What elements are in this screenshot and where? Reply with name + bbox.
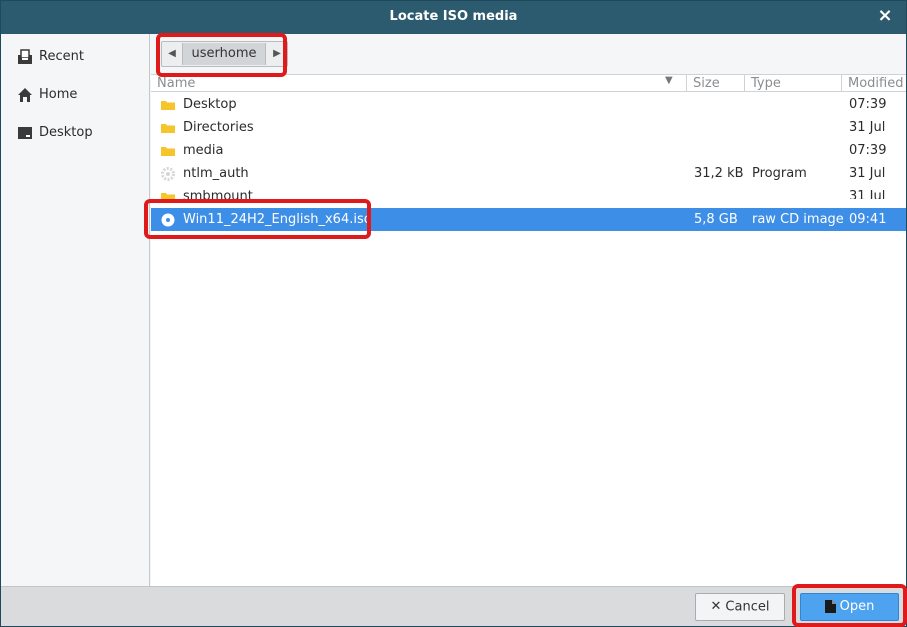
file-name: Desktop bbox=[183, 97, 237, 112]
file-size: 31,2 kB bbox=[694, 166, 744, 181]
file-name: smbmount bbox=[183, 189, 253, 199]
dialog-footer: ✕ Cancel Open bbox=[1, 586, 906, 626]
file-name: ntlm_auth bbox=[183, 166, 249, 181]
cancel-button-label: Cancel bbox=[725, 599, 770, 615]
chevron-left-icon: ◀ bbox=[168, 48, 176, 59]
folder-icon bbox=[161, 193, 175, 199]
file-chooser-dialog: Locate ISO media × Recent Home Desktop ◀… bbox=[0, 0, 907, 627]
chevron-right-icon: ▶ bbox=[273, 48, 281, 59]
file-row-desktop[interactable]: Desktop 07:39 bbox=[151, 93, 906, 116]
file-row-directories[interactable]: Directories 31 Jul bbox=[151, 116, 906, 139]
column-modified[interactable]: Modified bbox=[841, 75, 906, 92]
file-row-win11-iso[interactable]: Win11_24H2_English_x64.iso 5,8 GB raw CD… bbox=[151, 208, 906, 231]
places-sidebar: Recent Home Desktop bbox=[1, 34, 150, 586]
file-name: Win11_24H2_English_x64.iso bbox=[183, 212, 372, 227]
sidebar-item-label: Desktop bbox=[39, 125, 93, 140]
path-back-button[interactable]: ◀ bbox=[162, 42, 182, 66]
file-row-smbmount[interactable]: smbmount 31 Jul bbox=[151, 185, 906, 199]
file-name: Directories bbox=[183, 120, 254, 135]
breadcrumb: ◀ userhome ▶ bbox=[161, 41, 288, 67]
file-modified: 31 Jul bbox=[849, 189, 886, 199]
sidebar-item-label: Home bbox=[39, 87, 78, 102]
column-size[interactable]: Size bbox=[686, 75, 744, 92]
file-size: 5,8 GB bbox=[694, 212, 738, 227]
column-header: Name ▼ Size Type Modified bbox=[151, 74, 906, 92]
cancel-button[interactable]: ✕ Cancel bbox=[695, 593, 785, 621]
title-bar: Locate ISO media × bbox=[1, 1, 906, 34]
path-bar: ◀ userhome ▶ bbox=[151, 34, 906, 74]
file-modified: 07:39 bbox=[849, 97, 887, 112]
gear-icon bbox=[161, 167, 175, 181]
file-modified: 09:41 bbox=[849, 212, 887, 227]
sidebar-item-home[interactable]: Home bbox=[1, 83, 149, 107]
close-icon: ✕ bbox=[710, 599, 722, 614]
file-row-media[interactable]: media 07:39 bbox=[151, 139, 906, 162]
folder-icon bbox=[161, 124, 175, 133]
file-row-ntlm-auth[interactable]: ntlm_auth 31,2 kB Program 31 Jul bbox=[151, 162, 906, 185]
dialog-title: Locate ISO media bbox=[389, 9, 518, 24]
breadcrumb-userhome[interactable]: userhome bbox=[182, 43, 266, 65]
file-modified: 07:39 bbox=[849, 143, 887, 158]
file-type: raw CD image bbox=[752, 212, 844, 227]
path-forward-button[interactable]: ▶ bbox=[267, 42, 287, 66]
desktop-icon bbox=[18, 127, 32, 139]
close-icon: × bbox=[877, 5, 893, 26]
open-button[interactable]: Open bbox=[800, 593, 899, 621]
folder-icon bbox=[161, 101, 175, 110]
file-browser: ◀ userhome ▶ Name ▼ Size Type Modified D… bbox=[151, 34, 906, 586]
folder-icon bbox=[161, 147, 175, 156]
file-name: media bbox=[183, 143, 224, 158]
disc-icon bbox=[161, 213, 175, 227]
sidebar-item-recent[interactable]: Recent bbox=[1, 45, 149, 69]
sidebar-item-label: Recent bbox=[39, 49, 84, 64]
file-modified: 31 Jul bbox=[849, 120, 886, 135]
column-name[interactable]: Name bbox=[157, 75, 685, 92]
sidebar-item-desktop[interactable]: Desktop bbox=[1, 121, 149, 145]
file-icon bbox=[824, 600, 836, 613]
file-modified: 31 Jul bbox=[849, 166, 886, 181]
sort-down-icon: ▼ bbox=[665, 75, 673, 86]
column-type[interactable]: Type bbox=[744, 75, 841, 92]
open-button-label: Open bbox=[839, 599, 875, 614]
close-button[interactable]: × bbox=[876, 7, 894, 25]
home-icon bbox=[18, 88, 32, 102]
file-type: Program bbox=[752, 166, 807, 181]
recent-icon bbox=[18, 49, 32, 64]
